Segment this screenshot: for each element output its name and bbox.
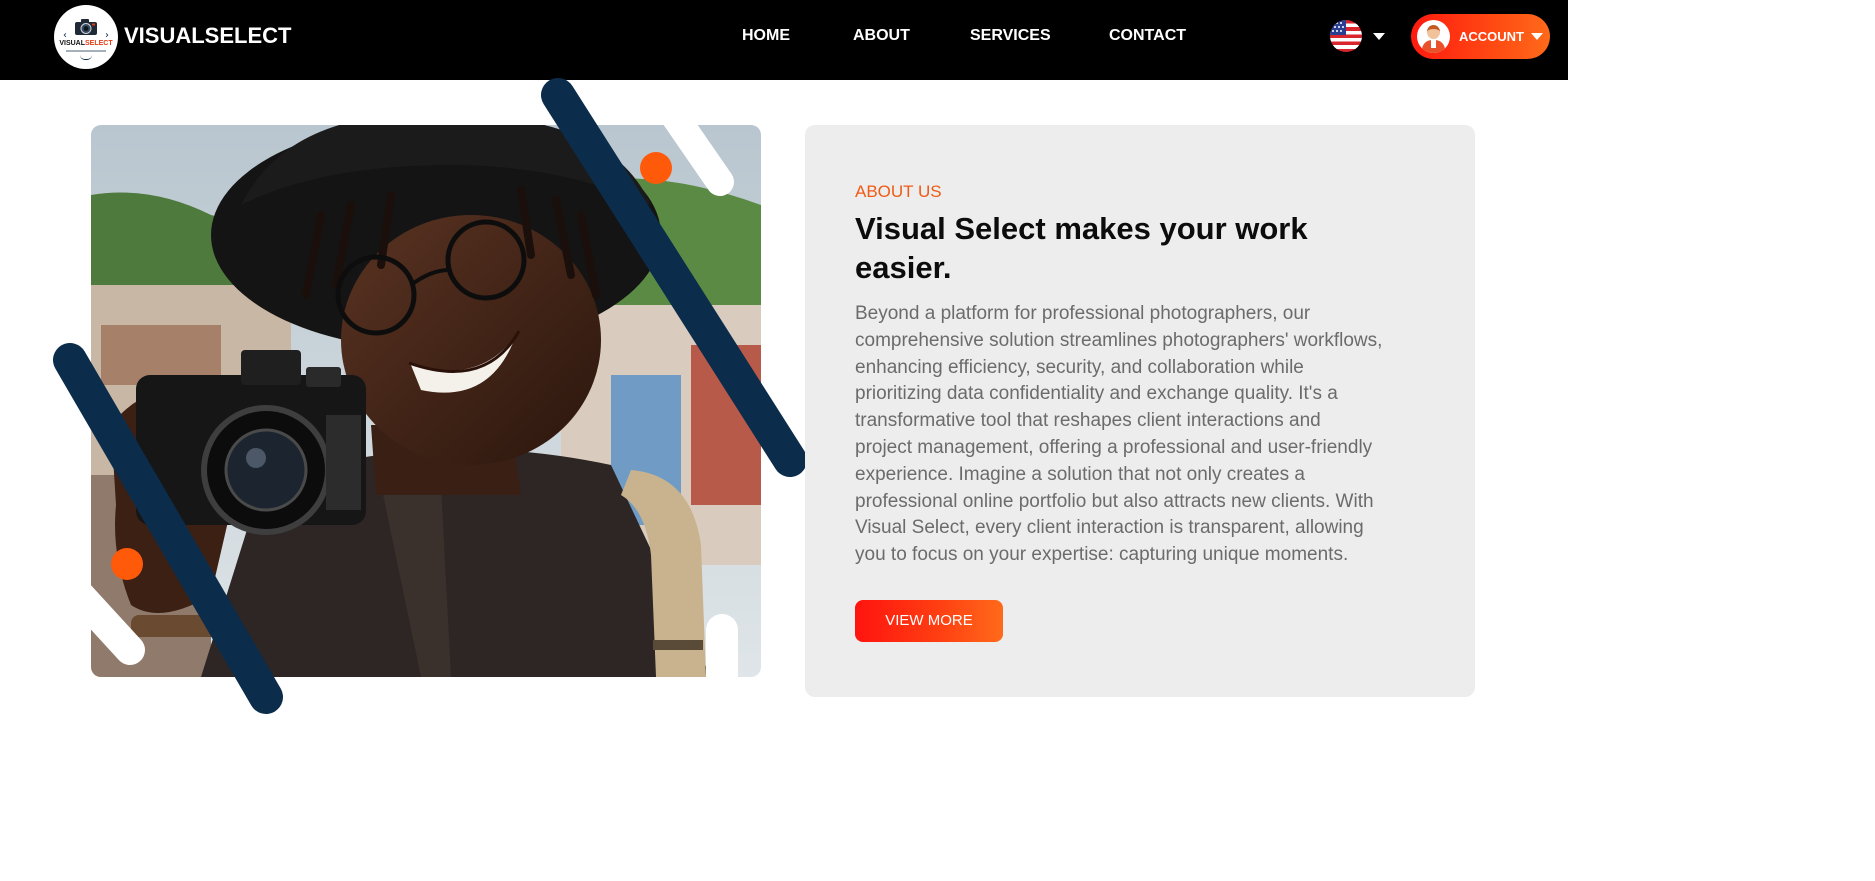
body-line: transformative tool that reshapes client… [855,410,1321,432]
account-label: ACCOUNT [1459,29,1524,44]
body-line: experience. Imagine a solution that not … [855,463,1305,485]
about-card: ABOUT US Visual Select makes your work ea… [805,125,1475,697]
about-headline: Visual Select makes your work easier. [855,211,1308,285]
nav-link-services[interactable]: SERVICES [970,26,1051,46]
body-line: enhancing efficiency, security, and coll… [855,356,1304,378]
body-line: Beyond a platform for professional photo… [855,303,1311,324]
logo-tagline [66,50,106,52]
nav-link-about[interactable]: ABOUT [853,26,910,46]
body-line: prioritizing data confidentiality and ex… [855,383,1338,405]
us-flag-icon [1330,20,1362,52]
camera-logo-icon [75,19,97,35]
caret-down-icon [1531,33,1543,40]
hero-photo [91,125,761,677]
body-line: you to focus on your expertise: capturin… [855,544,1349,566]
logo-text: VISUALSELECT [59,40,113,47]
body-line: professional online portfolio but also a… [855,490,1374,512]
photographer-photo [91,125,761,677]
caret-down-icon [1373,33,1385,40]
about-body: Beyond a platform for professional photo… [855,301,1435,569]
nav-link-contact[interactable]: CONTACT [1109,26,1186,46]
language-selector[interactable] [1330,20,1386,52]
body-line: comprehensive solution streamlines photo… [855,329,1383,351]
nav-link-home[interactable]: HOME [742,26,790,46]
about-eyebrow: ABOUT US [855,182,942,201]
body-line: project management, offering a professio… [855,436,1373,458]
logo-smile [80,55,92,60]
view-more-button[interactable]: VIEW MORE [855,600,1003,642]
brand-name[interactable]: VISUALSELECT [124,23,291,49]
body-line: Visual Select, every client interaction … [855,517,1364,539]
user-avatar-icon [1417,20,1450,53]
account-button[interactable]: ACCOUNT [1411,14,1550,59]
top-navbar: ‹ › VISUALSELECT VISUALSELECT HOME ABOUT… [0,0,1568,80]
logo[interactable]: ‹ › VISUALSELECT [54,5,118,69]
